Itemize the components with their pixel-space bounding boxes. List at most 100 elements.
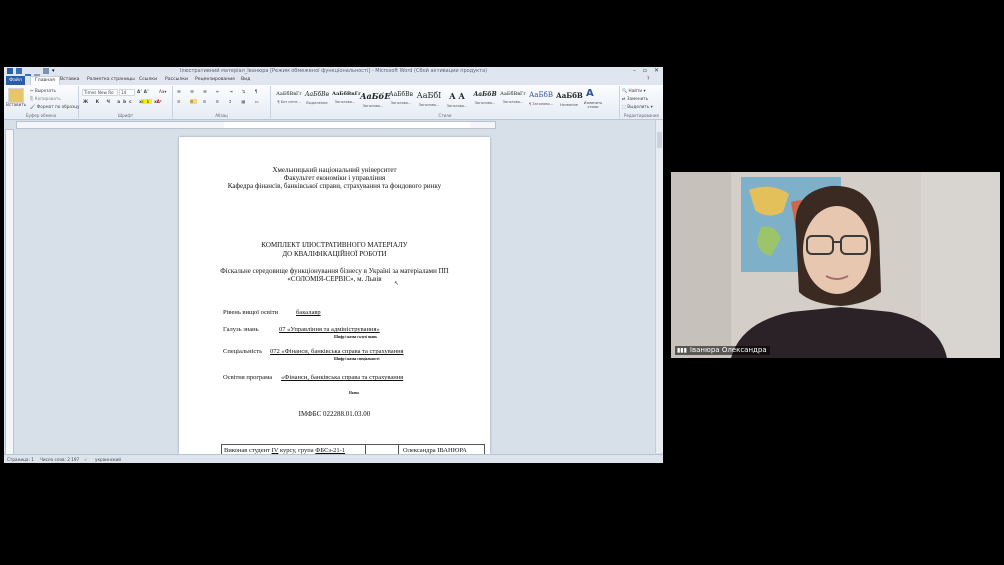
doc-field-value: 07 «Управління та адміністрування»	[279, 326, 380, 333]
style-preview: АаБбВвГг	[500, 91, 526, 97]
doc-level-value: бакалавр	[296, 309, 321, 316]
vertical-scrollbar[interactable]	[655, 120, 663, 453]
select-button[interactable]: ⬚ Выделить ▾	[622, 104, 653, 109]
editing-group-label: Редактирование	[624, 113, 659, 118]
doc-faculty: Факультет економіки і управління	[283, 174, 386, 182]
editing-group: 🔍 Найти ▾ ⇄ Заменить ⬚ Выделить ▾ Редакт…	[620, 86, 663, 118]
tab-mailings[interactable]: Рассылки	[165, 77, 188, 82]
table-divider	[365, 445, 366, 454]
ruler-text-area	[224, 122, 470, 128]
style-name: Заголово...	[474, 101, 496, 105]
style-heading-3[interactable]: АаБбВв Заголово...	[388, 88, 414, 110]
style-name: ¶ Заголово...	[528, 102, 554, 106]
copy-label: Копировать	[34, 96, 61, 101]
style-preview: АаБбВвГг	[276, 91, 302, 97]
tab-view[interactable]: Вид	[241, 77, 250, 82]
format-painter-button[interactable]: 🖌 Формат по образцу	[30, 104, 80, 110]
doc-field-label: Галузь знань	[223, 326, 259, 333]
style-heading-6[interactable]: АаБбВ Заголово...	[472, 88, 498, 110]
font-size-select[interactable]: 14	[119, 89, 135, 96]
style-title[interactable]: АаБбВ Название	[556, 88, 583, 110]
style-preview: АаБбЕ	[360, 91, 391, 101]
tab-insert[interactable]: Вставка	[60, 77, 79, 82]
minimize-icon[interactable]: –	[633, 67, 636, 74]
style-name: Заголово...	[502, 100, 524, 104]
style-preview: АаБбВ	[473, 91, 497, 98]
format-painter-label: Формат по образцу	[36, 104, 80, 109]
tab-page-layout[interactable]: Разметка страницы	[87, 77, 135, 82]
document-page[interactable]: Хмельницький національний університет Фа…	[179, 137, 490, 454]
doc-field-caption: Шифр і назва галузі знань	[334, 335, 378, 339]
cut-button[interactable]: ✂ Вырезать	[30, 88, 56, 93]
align-buttons[interactable]: ≡ ≡ ≡ ≡ ↕ ▦ ▭	[177, 99, 262, 104]
replace-button[interactable]: ⇄ Заменить	[622, 96, 648, 101]
font-name-value: Times New Ro	[84, 90, 114, 95]
status-language[interactable]: украинский	[95, 457, 121, 462]
tab-file[interactable]: Файл	[6, 76, 25, 85]
font-group-label: Шрифт	[117, 113, 134, 118]
doc-executor-group: ФБСз-21-1	[315, 447, 346, 454]
spellcheck-icon[interactable]: ✓	[84, 457, 88, 462]
style-heading-4[interactable]: АаБбІ Заголово...	[416, 88, 442, 110]
participant-name: Іванюра Олександра	[689, 346, 767, 354]
change-styles-icon[interactable]: A	[586, 88, 594, 99]
font-name-select[interactable]: Times New Ro	[82, 89, 118, 96]
scrollbar-thumb[interactable]	[657, 132, 662, 148]
style-heading-1[interactable]: АаБбВвГг Заголово...	[332, 88, 362, 110]
tab-review[interactable]: Рецензирование	[195, 77, 235, 82]
style-name: Название	[559, 103, 579, 107]
find-button[interactable]: 🔍 Найти ▾	[622, 88, 646, 94]
doc-code: ІМФБС 022288.01.03.00	[298, 410, 371, 418]
style-emphasis[interactable]: АаБбВв Выделение	[304, 88, 330, 110]
doc-program-caption: Назва	[349, 391, 359, 395]
doc-program-label: Освітня програма	[223, 374, 273, 381]
cut-label: Вырезать	[34, 88, 56, 93]
style-no-spacing[interactable]: АаБбВвГг ¶ Без инте...	[276, 88, 302, 110]
style-name: Выделение	[306, 101, 328, 105]
style-name: Заголово...	[362, 104, 384, 108]
doc-executor-mid: курсу, група	[279, 447, 314, 454]
doc-topic-line2: «СОЛОМІЯ-СЕРВІС», м. Львів	[287, 275, 382, 283]
list-buttons[interactable]: ☰ ☰ ☰ ⇤ ⇥ ⇅ ¶	[177, 89, 261, 94]
doc-executor-course: IV	[271, 447, 279, 454]
close-icon[interactable]: ✕	[654, 67, 659, 74]
ribbon-tabs: Файл Главная Вставка Разметка страницы С…	[4, 76, 663, 86]
style-name: Заголово...	[334, 100, 356, 104]
font-group: Times New Ro 14 A˄ A˅ Aa▾ Ж К Ч abc x₂ x…	[79, 86, 173, 118]
signal-bars-icon: ▮▮▮	[677, 347, 687, 354]
paste-button[interactable]: Вставить	[6, 102, 26, 107]
style-preview: АаБбІ	[416, 91, 442, 100]
style-heading-2[interactable]: АаБбЕ Заголово...	[360, 88, 391, 110]
style-preview: АаБбВв	[389, 91, 413, 98]
style-heading-8[interactable]: АаБбВ ¶ Заголово...	[528, 88, 554, 110]
participant-video[interactable]: ▮▮▮ Іванюра Олександра	[671, 172, 1000, 358]
word-window: ▾ Ілюстративний матеріал_Іванюра [Режим …	[4, 67, 663, 463]
doc-specialty-caption: Шифр і назва спеціальності	[334, 357, 380, 361]
vertical-ruler[interactable]	[5, 129, 14, 455]
copy-button[interactable]: ⎘ Копировать	[30, 96, 61, 101]
horizontal-ruler[interactable]	[16, 121, 496, 129]
paste-icon[interactable]	[8, 88, 24, 103]
status-words[interactable]: Число слов: 2 197	[40, 457, 79, 462]
grow-font-icon[interactable]: A˄ A˅	[137, 89, 149, 94]
style-preview: АаБбВвГг	[332, 91, 362, 97]
tab-references[interactable]: Ссылки	[139, 77, 157, 82]
doc-specialty-value: 072 «Фінанси, банківська справа та страх…	[270, 348, 404, 355]
style-heading-5[interactable]: А А Заголово...	[444, 88, 470, 110]
paragraph-group: ☰ ☰ ☰ ⇤ ⇥ ⇅ ¶ ≡ ≡ ≡ ≡ ↕ ▦ ▭ Абзац	[173, 86, 271, 118]
doc-program-value: «Фінанси, банківська справа та страхуван…	[281, 374, 404, 381]
style-heading-7[interactable]: АаБбВвГг Заголово...	[500, 88, 526, 110]
style-preview: АаБбВ	[556, 91, 583, 100]
help-icon[interactable]: ?	[647, 77, 649, 82]
change-case-icon[interactable]: Aa▾	[159, 89, 167, 94]
style-preview: А А	[449, 91, 465, 101]
status-page[interactable]: Страница: 1	[7, 457, 34, 462]
doc-level-label: Рівень вищої освіти	[223, 309, 279, 316]
doc-specialty-label: Спеціальність	[223, 348, 263, 355]
participant-name-tag: ▮▮▮ Іванюра Олександра	[675, 346, 770, 355]
style-name: Заголово...	[390, 101, 412, 105]
status-bar: Страница: 1 Число слов: 2 197 ✓ украинск…	[4, 454, 663, 463]
change-styles-button[interactable]: Изменить стили	[582, 101, 604, 109]
highlight-color-icon[interactable]: ab A	[141, 99, 163, 104]
maximize-icon[interactable]: ▫	[643, 67, 647, 74]
